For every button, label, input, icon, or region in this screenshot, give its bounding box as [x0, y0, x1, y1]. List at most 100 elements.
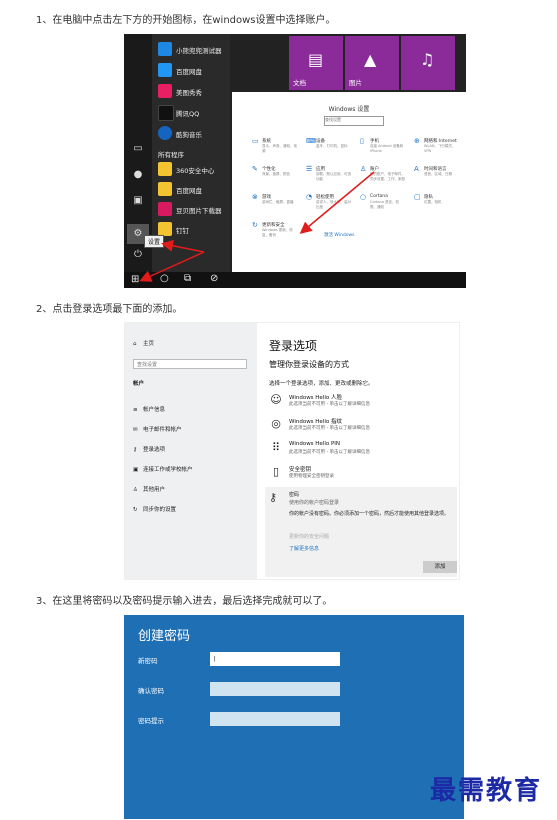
list-item[interactable]: 钉钉 — [158, 222, 230, 238]
app-icon — [158, 42, 172, 56]
apps-icon: ☰ — [306, 165, 313, 173]
search-input[interactable]: 查找设置 — [324, 116, 384, 126]
id-card-icon: ≡ — [133, 407, 138, 413]
settings-item-ease-of-access[interactable]: ◔ 轻松使用 讲述人、放大镜、高对比度 — [306, 192, 352, 216]
windows-start-icon[interactable]: ⊞ — [131, 274, 139, 286]
search-input[interactable]: 查找设置 — [133, 359, 247, 369]
new-password-field[interactable] — [210, 652, 340, 666]
confirm-password-field[interactable] — [210, 682, 340, 696]
password-hint-field[interactable] — [210, 712, 340, 726]
image-icon: ▲ — [364, 50, 377, 69]
section-header: 所有程序 — [158, 151, 184, 159]
app-icon — [158, 84, 172, 98]
settings-item-network[interactable]: ⊕ 网络和 Internet WLAN、飞行模式、VPN — [414, 136, 460, 160]
option-name: 密码 — [289, 492, 300, 498]
user-add-icon: ♙ — [133, 487, 138, 493]
folder-icon — [158, 222, 172, 236]
sidebar-item-signin-options[interactable]: ⚷ 登录选项 — [133, 445, 165, 453]
settings-item-personalization[interactable]: ✎ 个性化 背景、锁屏、颜色 — [252, 164, 298, 188]
pictures-icon[interactable]: ▣ — [131, 194, 145, 208]
lock-icon: ▢ — [414, 193, 421, 201]
settings-item-accounts[interactable]: ♙ 账户 你的账户、电子邮件、同步设置、工作、家庭 — [360, 164, 406, 188]
language-icon: A — [414, 165, 419, 173]
security-questions-link: 更新你的安全问题 — [289, 534, 330, 540]
app-taskbar-icon[interactable]: ⊘ — [210, 273, 218, 284]
tile-documents[interactable]: ▤ 文档 — [289, 36, 343, 90]
settings-item-update-security[interactable]: ↻ 更新和安全 Windows 更新、恢复、备份 — [252, 220, 298, 244]
sidebar-item-sync[interactable]: ↻ 同步你的设置 — [133, 505, 176, 513]
settings-item-gaming[interactable]: ⊗ 游戏 游戏栏、截屏、直播 — [252, 192, 298, 216]
list-item[interactable]: 豆贝图片下载器 — [158, 202, 230, 218]
document-icon[interactable]: ▭ — [131, 142, 145, 156]
xbox-icon: ⊗ — [252, 193, 258, 201]
qq-icon — [158, 105, 174, 121]
windows-settings-window: Windows 设置 查找设置 ▭ 系统 显示、声音、通知、电源 ⌨ 设备 蓝牙、打印机… — [232, 92, 466, 288]
folder-icon — [158, 162, 172, 176]
brush-icon: ✎ — [252, 165, 258, 173]
watermark: 最需教育 — [430, 776, 543, 806]
list-item[interactable]: 小熊兜兜测试器 — [158, 42, 230, 58]
option-fingerprint[interactable]: ◎ Windows Hello 指纹 此选项当前不可用 - 单击以了解详细信息 — [269, 415, 459, 437]
globe-icon: ⊕ — [414, 137, 420, 145]
home-icon: ⌂ — [133, 341, 137, 347]
start-left-rail: ▭ ● ▣ ⚙ ⏻ — [124, 34, 152, 288]
sidebar-item-work-school[interactable]: ▣ 连接工作或学校帐户 — [133, 465, 193, 473]
signin-main: 登录选项 管理你登录设备的方式 选择一个登录选项，添加、更改或删除它。 ☺ Win… — [257, 323, 459, 579]
tile-pictures[interactable]: ▲ 图片 — [345, 36, 399, 90]
settings-item-system[interactable]: ▭ 系统 显示、声音、通知、电源 — [252, 136, 298, 160]
settings-item-cortana[interactable]: ○ Cortana Cortana 语言、权限、通知 — [360, 192, 406, 216]
sidebar-item-home[interactable]: ⌂ 主页 — [133, 339, 154, 347]
settings-item-privacy[interactable]: ▢ 隐私 位置、相机 — [414, 192, 460, 216]
option-pin[interactable]: ⠿ Windows Hello PIN 此选项当前不可用 - 单击以了解详细信息 — [269, 439, 459, 461]
sidebar-item-other-users[interactable]: ♙ 其他用户 — [133, 485, 165, 493]
key-icon: ⚷ — [133, 447, 138, 453]
password-option-expanded: ⚷ 密码 使用你的帐户密码登录 你的帐户没有密码。你必须添加一个密码，然后才能使… — [265, 487, 457, 577]
settings-item-phone[interactable]: ▯ 手机 连接 Android 设备和 iPhone — [360, 136, 406, 160]
signin-options-screenshot: ⌂ 主页 查找设置 帐户 ≡ 帐户信息 ✉ 电子邮件和帐户 ⚷ 登录选项 ▣ 连接工作或学… — [124, 322, 460, 580]
mail-icon: ✉ — [133, 427, 138, 433]
app-icon — [158, 126, 172, 140]
key-icon: ⚷ — [269, 491, 278, 504]
list-item[interactable]: 美图秀秀 — [158, 84, 230, 100]
document-icon: ▤ — [308, 50, 324, 69]
keypad-icon: ⠿ — [271, 441, 281, 454]
sidebar-item-account-info[interactable]: ≡ 帐户信息 — [133, 405, 165, 413]
confirm-password-label: 确认密码 — [138, 687, 164, 695]
sync-icon: ↻ — [133, 507, 138, 513]
list-item[interactable]: 360安全中心 — [158, 162, 230, 178]
settings-tooltip: 设置 — [144, 235, 165, 248]
learn-more-link[interactable]: 了解更多信息 — [289, 545, 319, 552]
page-title: 创建密码 — [138, 629, 191, 644]
sidebar-item-email[interactable]: ✉ 电子邮件和帐户 — [133, 425, 182, 433]
accessibility-icon: ◔ — [306, 193, 313, 201]
sidebar-section: 帐户 — [133, 381, 145, 387]
page-title: 登录选项 — [269, 339, 318, 353]
folder-icon — [158, 182, 172, 196]
add-button[interactable]: 添加 — [423, 561, 457, 573]
create-password-screenshot: 创建密码 新密码 确认密码 密码提示 — [124, 615, 464, 819]
user-icon[interactable]: ● — [131, 168, 145, 182]
keyboard-icon: ⌨ — [306, 137, 317, 145]
task-view-icon[interactable]: ⧉ — [184, 273, 191, 284]
step-2-instruction: 2、点击登录选项最下面的添加。 — [36, 304, 183, 315]
fingerprint-icon: ◎ — [271, 417, 281, 430]
page-title: Windows 设置 — [328, 106, 370, 113]
page-subtitle: 管理你登录设备的方式 — [269, 360, 349, 369]
option-face[interactable]: ☺ Windows Hello 人脸 此选项当前不可用 - 单击以了解详细信息 — [269, 391, 459, 413]
step-3-instruction: 3、在这里将密码以及密码提示输入进去，最后选择完成就可以了。 — [36, 596, 333, 607]
search-icon[interactable]: ○ — [160, 273, 169, 284]
list-item[interactable]: 腾讯QQ — [158, 105, 230, 121]
activate-link[interactable]: 激活 Windows — [324, 232, 355, 238]
settings-item-devices[interactable]: ⌨ 设备 蓝牙、打印机、鼠标 — [306, 136, 352, 160]
app-icon — [158, 63, 172, 77]
option-security-key[interactable]: ▯ 安全密钥 使用物理安全密钥登录 — [269, 463, 459, 485]
list-item[interactable]: 百度网盘 — [158, 182, 230, 198]
settings-item-apps[interactable]: ☰ 应用 卸载、默认应用、可选功能 — [306, 164, 352, 188]
list-item[interactable]: 酷狗音乐 — [158, 126, 230, 142]
step-1-instruction: 1、在电脑中点击左下方的开始图标，在windows设置中选择账户。 — [36, 15, 336, 26]
cortana-icon: ○ — [360, 193, 367, 201]
power-icon[interactable]: ⏻ — [131, 248, 145, 262]
settings-item-time-language[interactable]: A 时间和语言 语音、区域、日期 — [414, 164, 460, 188]
list-item[interactable]: 百度网盘 — [158, 63, 230, 79]
tile-music[interactable]: ♫ — [401, 36, 455, 90]
